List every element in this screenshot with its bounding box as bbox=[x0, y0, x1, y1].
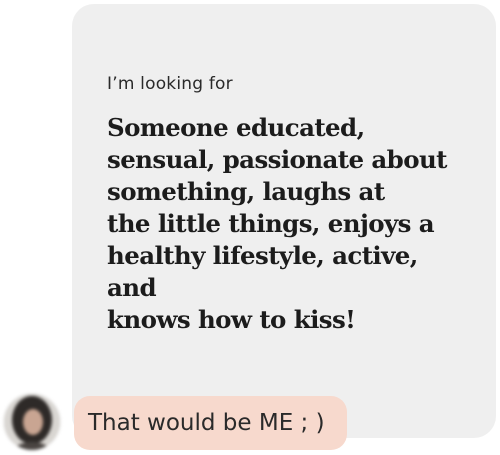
prompt-question: I’m looking for bbox=[107, 74, 233, 94]
user-avatar-icon bbox=[4, 394, 60, 450]
prompt-answer-line: sensual, passionate about bbox=[107, 145, 447, 174]
prompt-answer-line: Someone educated, bbox=[107, 113, 365, 142]
prompt-answer-line: knows how to kiss! bbox=[107, 305, 356, 334]
prompt-card[interactable]: I’m looking for Someone educated, sensua… bbox=[72, 4, 496, 438]
reply-text: That would be ME ; ) bbox=[88, 410, 325, 436]
prompt-answer-line: the little things, enjoys a bbox=[107, 209, 435, 238]
avatar[interactable] bbox=[4, 394, 60, 450]
prompt-answer: Someone educated, sensual, passionate ab… bbox=[107, 112, 462, 336]
prompt-answer-line: healthy lifestyle, active, and bbox=[107, 241, 418, 302]
prompt-answer-line: something, laughs at bbox=[107, 177, 385, 206]
reply-bubble[interactable]: That would be ME ; ) bbox=[74, 396, 347, 450]
